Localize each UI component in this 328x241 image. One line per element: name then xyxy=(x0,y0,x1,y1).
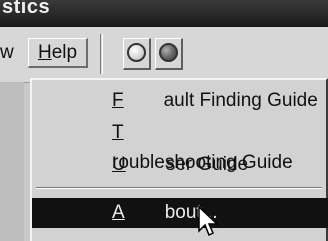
title-bar: stics xyxy=(0,0,328,27)
menu-help-accel: H xyxy=(37,41,52,63)
toolbar-separator xyxy=(100,34,103,74)
menu-item-partial[interactable]: w xyxy=(0,42,14,64)
background-window-area xyxy=(0,82,24,241)
accel-key: U xyxy=(112,154,126,175)
menu-item-label: ault Finding Guide xyxy=(163,90,318,111)
menu-help-label: elp xyxy=(51,41,78,63)
window-title: stics xyxy=(2,0,51,18)
menu-item-user-guide[interactable]: User Guide xyxy=(32,150,328,180)
menu-item-label: ser Guide xyxy=(165,154,249,175)
menu-item-fault-finding-guide[interactable]: Fault Finding Guide xyxy=(32,86,328,116)
toolbar-button-dark[interactable] xyxy=(155,38,183,70)
menu-help[interactable]: Help xyxy=(28,38,88,68)
empty-circle-icon xyxy=(127,43,146,62)
menu-item-troubleshooting-guide[interactable]: Troubleshooting Guide xyxy=(32,118,328,173)
accel-key: T xyxy=(112,122,124,143)
accel-key: A xyxy=(112,202,125,223)
menu-item-about[interactable]: About... xyxy=(32,198,328,228)
mouse-cursor-icon xyxy=(198,205,219,237)
help-dropdown-menu: Fault Finding Guide Troubleshooting Guid… xyxy=(30,78,328,241)
menu-separator xyxy=(36,187,322,189)
filled-circle-icon xyxy=(159,43,178,62)
accel-key: F xyxy=(112,90,124,111)
toolbar-button-light[interactable] xyxy=(123,38,151,70)
